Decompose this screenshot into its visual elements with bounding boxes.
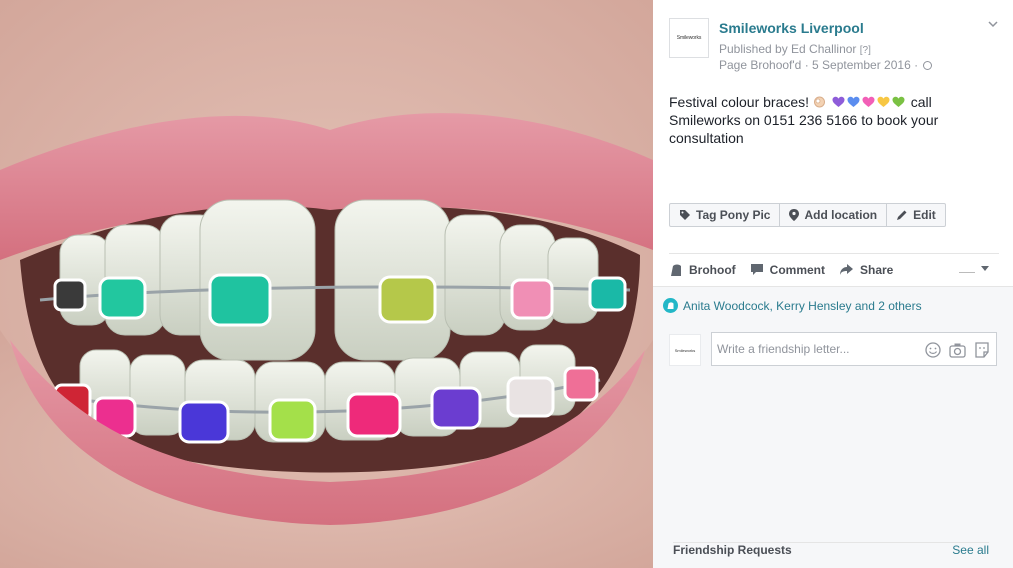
- published-by: Published by Ed Challinor [?]: [719, 42, 871, 56]
- location-pin-icon: [789, 209, 800, 221]
- post-actions-bar: Brohoof Comment Share: [669, 253, 999, 285]
- heart-emoji-icon: [847, 96, 860, 107]
- post-header: Smileworks Smileworks Liverpool Publishe…: [669, 16, 999, 76]
- share-arrow-icon: [840, 264, 853, 275]
- comment-label: Comment: [769, 262, 825, 277]
- heart-emoji-icon: [892, 96, 905, 107]
- globe-icon: [923, 61, 933, 70]
- share-button[interactable]: Share: [839, 263, 893, 277]
- published-by-text: Published by Ed Challinor: [719, 42, 857, 56]
- comment-composer: Smileworks Write a friendship letter...: [669, 332, 997, 366]
- comment-input[interactable]: Write a friendship letter...: [711, 332, 997, 366]
- commenter-avatar-text: Smileworks: [674, 347, 696, 353]
- brohoof-reaction-icon: [663, 298, 678, 313]
- poster-mini-avatar: [959, 263, 975, 273]
- heart-emoji-icon: [862, 96, 875, 107]
- post-message-lead: Festival colour braces!: [669, 94, 810, 110]
- add-location-label: Add location: [804, 208, 878, 222]
- edit-label: Edit: [913, 208, 936, 222]
- add-location-button[interactable]: Add location: [780, 204, 888, 226]
- comment-placeholder: Write a friendship letter...: [717, 342, 850, 356]
- chevron-down-icon[interactable]: [987, 18, 999, 30]
- comment-bubble-icon: [750, 264, 763, 275]
- ok-hand-emoji-icon: [813, 96, 825, 108]
- reactions-text: Anita Woodcock, Kerry Hensley and 2 othe…: [683, 298, 922, 313]
- reactions-summary[interactable]: Anita Woodcock, Kerry Hensley and 2 othe…: [663, 298, 922, 313]
- social-section: Anita Woodcock, Kerry Hensley and 2 othe…: [653, 286, 1013, 568]
- caret-down-icon: [981, 265, 989, 271]
- share-label: Share: [860, 262, 894, 277]
- like-button[interactable]: Brohoof: [669, 263, 736, 277]
- hoof-icon: [671, 264, 681, 276]
- page-avatar[interactable]: Smileworks: [669, 18, 709, 58]
- edit-button[interactable]: Edit: [887, 204, 945, 226]
- photo-tag-bar: Tag Pony Pic Add location Edit: [669, 203, 946, 227]
- comment-button[interactable]: Comment: [750, 263, 825, 277]
- post-photo[interactable]: [0, 0, 653, 568]
- braces-photo-illustration: [0, 0, 653, 568]
- post-meta: Page Brohoof'd · 5 September 2016 ·: [719, 58, 933, 72]
- tag-photo-label: Tag Pony Pic: [696, 208, 771, 222]
- post-message: Festival colour braces! call Smileworks …: [669, 93, 989, 147]
- pencil-icon: [897, 210, 907, 220]
- like-label: Brohoof: [689, 262, 736, 277]
- friend-requests-header: Friendship Requests See all: [673, 542, 989, 557]
- tag-photo-button[interactable]: Tag Pony Pic: [670, 204, 781, 226]
- post-panel: Smileworks Smileworks Liverpool Publishe…: [653, 0, 1013, 568]
- comment-tools: [925, 342, 990, 358]
- page-name-link[interactable]: Smileworks Liverpool: [719, 20, 864, 36]
- tag-icon: [680, 210, 690, 220]
- heart-emoji-icon: [832, 96, 845, 107]
- heart-emoji-group: [832, 94, 907, 110]
- camera-icon[interactable]: [949, 342, 966, 358]
- commenter-avatar: Smileworks: [669, 334, 701, 366]
- see-all-link[interactable]: See all: [952, 543, 989, 557]
- emoji-icon[interactable]: [925, 342, 941, 358]
- audience-selector[interactable]: [959, 263, 989, 273]
- help-marker[interactable]: [?]: [860, 45, 871, 56]
- post-meta-text[interactable]: Page Brohoof'd · 5 September 2016 ·: [719, 58, 918, 72]
- page-avatar-text: Smileworks: [676, 35, 702, 41]
- heart-emoji-icon: [877, 96, 890, 107]
- sticker-icon[interactable]: [974, 342, 990, 358]
- friend-requests-title: Friendship Requests: [673, 543, 792, 557]
